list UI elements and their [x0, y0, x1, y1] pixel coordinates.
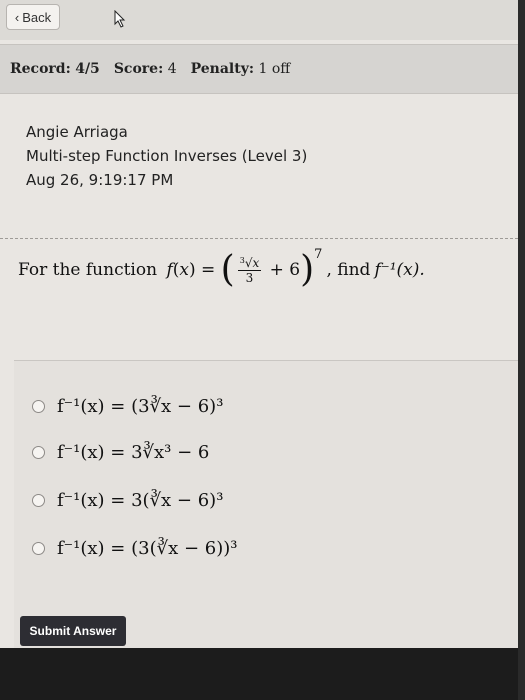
student-name: Angie Arriaga — [26, 123, 128, 141]
radio-button[interactable] — [32, 446, 45, 459]
record-value: 4/5 — [75, 61, 100, 77]
dashed-divider — [0, 238, 518, 239]
radio-button[interactable] — [32, 494, 45, 507]
app-screen: ‹ Back Record: 4/5 Score: 4 Penalty: 1 o… — [0, 0, 518, 648]
penalty-label: Penalty: — [190, 61, 255, 77]
assignment-title: Multi-step Function Inverses (Level 3) — [26, 147, 308, 165]
option-2[interactable]: f⁻¹(x) = 3∛x³ − 6 — [32, 442, 209, 463]
record-bar: Record: 4/5 Score: 4 Penalty: 1 off — [0, 44, 518, 94]
back-button-label: Back — [22, 9, 52, 25]
radio-button[interactable] — [32, 542, 45, 555]
radio-button[interactable] — [32, 400, 45, 413]
option-label: f⁻¹(x) = 3(∛x − 6)³ — [57, 490, 224, 511]
question-function: f(x) = ( 3√x 3 + 6 ) 7 — [161, 246, 323, 290]
option-label: f⁻¹(x) = (3(∛x − 6))³ — [57, 538, 238, 559]
chevron-left-icon: ‹ — [14, 9, 20, 25]
score-label: Score: — [113, 61, 164, 77]
option-1[interactable]: f⁻¹(x) = (3∛x − 6)³ — [32, 396, 223, 417]
question-prefix: For the function — [18, 260, 158, 280]
assignment-info: Angie Arriaga Multi-step Function Invers… — [26, 120, 307, 192]
cursor-icon — [114, 10, 126, 28]
option-label: f⁻¹(x) = (3∛x − 6)³ — [57, 396, 224, 417]
penalty-value: 1 off — [258, 61, 291, 77]
question-text: For the function f(x) = ( 3√x 3 + 6 ) 7 … — [18, 246, 518, 290]
record-group: Record: 4/5 — [10, 61, 100, 77]
device-edge — [518, 0, 525, 700]
top-bar: ‹ Back — [0, 0, 518, 40]
option-3[interactable]: f⁻¹(x) = 3(∛x − 6)³ — [32, 490, 223, 511]
question-suffix: , find — [326, 260, 371, 280]
back-button[interactable]: ‹ Back — [6, 4, 60, 30]
score-value: 4 — [167, 61, 177, 77]
function-fraction: 3√x 3 — [237, 255, 262, 285]
option-4[interactable]: f⁻¹(x) = (3(∛x − 6))³ — [32, 538, 237, 559]
submit-answer-button[interactable]: Submit Answer — [20, 616, 126, 646]
score-group: Score: 4 — [114, 61, 177, 77]
record-label: Record: — [10, 61, 71, 77]
timestamp: Aug 26, 9:19:17 PM — [26, 171, 174, 189]
question-target: f⁻¹(x). — [374, 260, 425, 280]
option-label: f⁻¹(x) = 3∛x³ − 6 — [57, 442, 210, 463]
penalty-group: Penalty: 1 off — [191, 61, 291, 77]
